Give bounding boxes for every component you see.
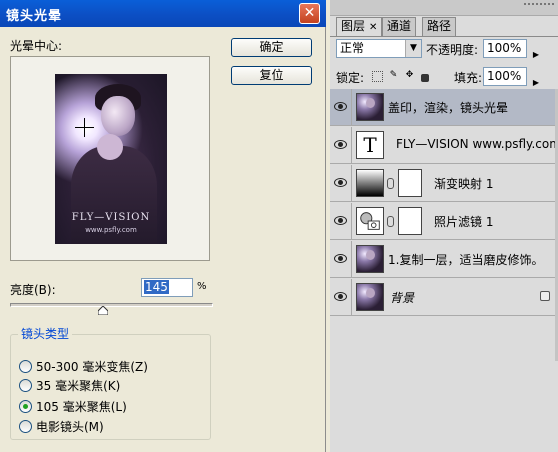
photo-filter-glyph-icon — [360, 212, 380, 230]
eye-icon[interactable] — [334, 292, 347, 301]
eye-icon[interactable] — [334, 254, 347, 263]
opacity-input[interactable]: 100% ▶ — [483, 39, 539, 59]
visibility-toggle[interactable] — [330, 279, 352, 315]
fill-value: 100% — [487, 69, 522, 83]
panel-tabs: 图层 ✕ 通道 路径 — [330, 17, 558, 37]
brightness-label: 亮度(B): — [10, 283, 56, 297]
layer-mask-thumbnail[interactable] — [398, 169, 422, 197]
lens-option-50-300mm[interactable]: 50-300 毫米变焦(Z) — [19, 358, 148, 374]
layer-thumbnail — [356, 245, 384, 273]
lens-option-label: 电影镜头(M) — [36, 419, 104, 434]
flyout-arrow-icon[interactable]: ▶ — [533, 46, 539, 63]
blend-mode-value: 正常 — [340, 41, 365, 55]
fill-input[interactable]: 100% ▶ — [483, 67, 539, 87]
layer-thumbnail — [356, 283, 384, 311]
opacity-value: 100% — [487, 41, 522, 55]
lens-option-movie[interactable]: 电影镜头(M) — [19, 418, 104, 434]
chevron-down-icon[interactable]: ▼ — [405, 40, 421, 57]
layer-row[interactable]: 盖印，渲染，镜头光晕 — [330, 89, 558, 126]
lens-type-group-title: 镜头类型 — [18, 325, 73, 342]
lens-option-label: 105 毫米聚焦(L) — [36, 399, 127, 414]
layer-thumbnail — [356, 93, 384, 121]
tab-layers[interactable]: 图层 ✕ — [336, 17, 383, 37]
brightness-value: 145 — [144, 280, 169, 294]
layer-name[interactable]: 盖印，渲染，镜头光晕 — [388, 99, 508, 116]
screen: 镜头光晕 ✕ 光晕中心: FLY—VISION www.psfly.com 确定… — [0, 0, 558, 452]
layer-row[interactable]: 1.复制一层，适当磨皮修饰。 — [330, 241, 558, 278]
lens-option-105mm[interactable]: 105 毫米聚焦(L) — [19, 398, 127, 414]
tab-label: 通道 — [387, 19, 412, 33]
preview-image-face — [101, 96, 135, 136]
preview-image[interactable]: FLY—VISION www.psfly.com — [55, 74, 167, 244]
visibility-toggle[interactable] — [330, 165, 352, 201]
preview-image-hand — [97, 134, 123, 160]
eye-icon[interactable] — [334, 140, 347, 149]
flare-center-label: 光晕中心: — [10, 39, 63, 53]
eye-icon[interactable] — [334, 178, 347, 187]
layer-row[interactable]: 渐变映射 1 — [330, 165, 558, 202]
brightness-unit: % — [197, 281, 207, 292]
tab-label: 路径 — [427, 19, 452, 33]
preview-watermark-url: www.psfly.com — [85, 226, 137, 234]
dialog-titlebar[interactable]: 镜头光晕 ✕ — [0, 0, 326, 27]
close-icon: ✕ — [303, 5, 316, 21]
visibility-toggle[interactable] — [330, 127, 352, 163]
eye-icon[interactable] — [334, 216, 347, 225]
brightness-slider-thumb-icon[interactable] — [98, 306, 108, 315]
lens-option-label: 50-300 毫米变焦(Z) — [36, 359, 148, 374]
radio-icon[interactable] — [19, 419, 32, 433]
photo-filter-icon — [356, 207, 384, 235]
layer-row[interactable]: T FLY—VISION www.psfly.com — [330, 127, 558, 164]
radio-selected-icon[interactable] — [19, 399, 32, 413]
lens-flare-dialog: 镜头光晕 ✕ 光晕中心: FLY—VISION www.psfly.com 确定… — [0, 0, 326, 452]
text-layer-icon: T — [356, 131, 384, 159]
dialog-title: 镜头光晕 — [6, 9, 63, 24]
visibility-toggle[interactable] — [330, 89, 352, 125]
layer-name[interactable]: 渐变映射 1 — [434, 175, 493, 192]
reset-button[interactable]: 复位 — [231, 66, 312, 85]
tab-label: 图层 — [341, 19, 366, 33]
close-button[interactable]: ✕ — [299, 3, 320, 24]
link-icon[interactable] — [387, 178, 394, 189]
layers-panel-body: 正常 ▼ 不透明度: 100% ▶ 锁定: ✎ ✥ 填充: 100% ▶ 盖印，… — [330, 36, 558, 452]
link-icon[interactable] — [387, 216, 394, 227]
layer-row[interactable]: 背景 — [330, 279, 558, 316]
layer-name[interactable]: 照片滤镜 1 — [434, 213, 493, 230]
panel-drag-strip[interactable] — [330, 0, 558, 16]
fill-label: 填充: — [454, 71, 483, 85]
preview-watermark-title: FLY—VISION — [71, 212, 151, 223]
tab-paths[interactable]: 路径 — [422, 17, 457, 36]
lock-all-icon[interactable] — [421, 74, 429, 82]
ok-button[interactable]: 确定 — [231, 38, 312, 57]
lens-option-35mm[interactable]: 35 毫米聚焦(K) — [19, 377, 120, 393]
lock-transparent-icon[interactable] — [372, 71, 383, 82]
brightness-slider-track[interactable] — [10, 303, 213, 307]
lock-move-icon[interactable]: ✥ — [404, 71, 415, 82]
tab-close-icon[interactable]: ✕ — [369, 22, 377, 33]
layer-name[interactable]: 背景 — [390, 289, 414, 306]
gradient-map-icon — [356, 169, 384, 197]
grip-icon[interactable] — [524, 3, 554, 11]
flare-center-crosshair-icon[interactable] — [75, 118, 94, 137]
layer-name[interactable]: FLY—VISION www.psfly.com — [396, 137, 558, 151]
eye-icon[interactable] — [334, 102, 347, 111]
blend-mode-select[interactable]: 正常 ▼ — [336, 39, 422, 58]
layer-mask-thumbnail[interactable] — [398, 207, 422, 235]
lock-icon — [540, 291, 550, 301]
layers-panel: 图层 ✕ 通道 路径 正常 ▼ 不透明度: 100% ▶ 锁定: ✎ ✥ 填充:… — [330, 0, 558, 452]
lens-option-label: 35 毫米聚焦(K) — [36, 378, 121, 393]
opacity-label: 不透明度: — [426, 43, 479, 57]
layer-name[interactable]: 1.复制一层，适当磨皮修饰。 — [388, 251, 543, 268]
flare-preview[interactable]: FLY—VISION www.psfly.com — [10, 56, 210, 261]
lock-brush-icon[interactable]: ✎ — [388, 71, 399, 82]
layer-row[interactable]: 照片滤镜 1 — [330, 203, 558, 240]
radio-icon[interactable] — [19, 359, 32, 373]
radio-icon[interactable] — [19, 378, 32, 392]
tab-channels[interactable]: 通道 — [382, 17, 417, 36]
brightness-input[interactable]: 145 — [141, 278, 193, 297]
visibility-toggle[interactable] — [330, 203, 352, 239]
visibility-toggle[interactable] — [330, 241, 352, 277]
lock-label: 锁定: — [336, 71, 365, 85]
